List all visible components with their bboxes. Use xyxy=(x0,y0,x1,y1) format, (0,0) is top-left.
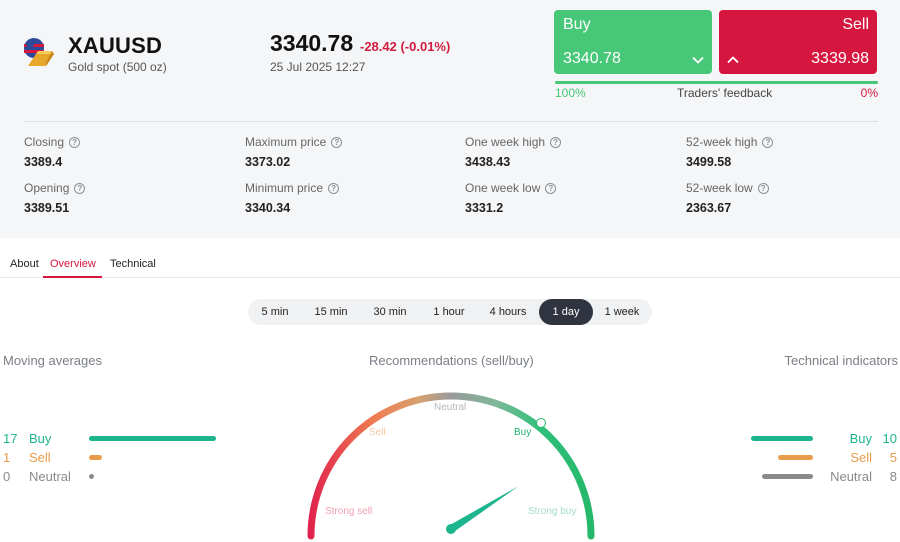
stat-opening: Opening? 3389.51 xyxy=(24,181,224,215)
ma-sell-label: Sell xyxy=(29,450,51,465)
ma-neutral-count: 0 xyxy=(3,469,11,484)
tab-technical[interactable]: Technical xyxy=(110,258,156,270)
ma-buy-bar xyxy=(89,436,216,441)
technical-indicators-title: Technical indicators xyxy=(784,353,898,368)
stat-one-week-high: One week high? 3438.43 xyxy=(465,135,665,169)
feedback-sell-percent: 0% xyxy=(860,86,878,100)
buy-price: 3340.78 xyxy=(563,50,621,67)
stat-value: 3331.2 xyxy=(465,201,504,215)
period-4-hours[interactable]: 4 hours xyxy=(479,299,537,325)
price-change: -28.42 (-0.01%) xyxy=(360,39,451,54)
sell-button-label: Sell xyxy=(842,16,869,33)
ma-neutral-label: Neutral xyxy=(29,469,71,484)
recommendations-title: Recommendations (sell/buy) xyxy=(369,353,534,368)
instrument-subtitle: Gold spot (500 oz) xyxy=(68,60,167,74)
period-15-min[interactable]: 15 min xyxy=(303,299,359,325)
stat-label: 52-week low xyxy=(686,181,753,195)
sell-price: 3339.98 xyxy=(811,50,869,67)
ti-neutral-count: 8 xyxy=(889,469,897,484)
stat-maximum-price: Maximum price? 3373.02 xyxy=(245,135,445,169)
buy-button-label: Buy xyxy=(563,16,591,33)
gauge-label-sell: Sell xyxy=(369,427,386,438)
ma-sell-bar xyxy=(89,455,102,460)
gauge-label-buy: Buy xyxy=(514,427,531,438)
ma-neutral-row: 0 Neutral xyxy=(3,469,71,485)
time-period-selector: 5 min 15 min 30 min 1 hour 4 hours 1 day… xyxy=(248,299,652,325)
info-icon[interactable]: ? xyxy=(74,182,86,194)
ti-sell-count: 5 xyxy=(889,450,897,465)
tab-overview[interactable]: Overview xyxy=(50,258,96,270)
stat-52-week-low: 52-week low? 2363.67 xyxy=(686,181,886,215)
ti-buy-label: Buy xyxy=(849,431,872,446)
ti-sell-label: Sell xyxy=(850,450,872,465)
chevron-up-icon xyxy=(727,56,739,64)
gauge-marker xyxy=(536,418,546,428)
traders-feedback-label: Traders' feedback xyxy=(677,86,773,100)
feedback-buy-percent: 100% xyxy=(555,86,586,100)
instrument-symbol: XAUUSD xyxy=(68,33,163,58)
gauge-label-neutral: Neutral xyxy=(434,402,466,413)
ti-neutral-bar xyxy=(762,474,813,479)
ma-buy-count: 17 xyxy=(3,431,18,446)
ma-neutral-bar xyxy=(89,474,94,479)
chevron-down-icon xyxy=(692,56,704,64)
sell-button[interactable]: Sell 3339.98 xyxy=(719,10,877,74)
stat-value: 3389.51 xyxy=(24,201,70,215)
stat-value: 3373.02 xyxy=(245,155,291,169)
stat-value: 3389.4 xyxy=(24,155,63,169)
period-30-min[interactable]: 30 min xyxy=(362,299,418,325)
ti-neutral-label: Neutral xyxy=(830,469,872,484)
period-1-week[interactable]: 1 week xyxy=(596,299,648,325)
section-tabs: About Overview Technical xyxy=(0,252,900,278)
info-icon[interactable]: ? xyxy=(757,182,769,194)
period-5-min[interactable]: 5 min xyxy=(252,299,298,325)
ma-sell-row: 1 Sell xyxy=(3,450,51,466)
ma-buy-row: 17 Buy xyxy=(3,431,51,447)
current-price: 3340.78 xyxy=(270,30,354,56)
info-icon[interactable]: ? xyxy=(328,182,340,194)
stat-one-week-low: One week low? 3331.2 xyxy=(465,181,665,215)
traders-feedback-bar xyxy=(555,81,878,84)
ti-buy-bar xyxy=(751,436,813,441)
gauge-needle xyxy=(448,486,519,533)
recommendation-gauge: Strong sell Sell Neutral Buy Strong buy xyxy=(307,392,595,540)
info-icon[interactable]: ? xyxy=(331,136,343,148)
active-tab-indicator xyxy=(43,276,102,278)
stat-label: Maximum price xyxy=(245,135,327,149)
stat-52-week-high: 52-week high? 3499.58 xyxy=(686,135,886,169)
moving-averages-title: Moving averages xyxy=(3,353,102,368)
ma-buy-label: Buy xyxy=(29,431,52,446)
ma-sell-count: 1 xyxy=(3,450,11,465)
stat-label: One week low xyxy=(465,181,541,195)
traders-feedback-fill xyxy=(555,81,878,84)
ti-buy-count: 10 xyxy=(882,431,897,446)
period-1-hour[interactable]: 1 hour xyxy=(422,299,476,325)
quote-timestamp: 25 Jul 2025 12:27 xyxy=(270,60,366,74)
stat-label: 52-week high xyxy=(686,135,758,149)
stat-minimum-price: Minimum price? 3340.34 xyxy=(245,181,445,215)
gauge-needle-hub xyxy=(446,524,456,534)
stat-closing: Closing? 3389.4 xyxy=(24,135,224,169)
gauge-label-strong-sell: Strong sell xyxy=(325,506,372,517)
ti-sell-bar xyxy=(778,455,813,460)
stat-value: 2363.67 xyxy=(686,201,732,215)
gauge-label-strong-buy: Strong buy xyxy=(528,506,576,517)
stat-label: Minimum price xyxy=(245,181,324,195)
stat-value: 3499.58 xyxy=(686,155,732,169)
period-1-day[interactable]: 1 day xyxy=(539,299,593,325)
gold-bar-us-flag-icon xyxy=(24,38,54,66)
stat-value: 3340.34 xyxy=(245,201,291,215)
stat-label: Opening xyxy=(24,181,70,195)
stat-label: One week high xyxy=(465,135,546,149)
header-divider xyxy=(24,121,878,122)
info-icon[interactable]: ? xyxy=(69,136,81,148)
stat-label: Closing xyxy=(24,135,65,149)
info-icon[interactable]: ? xyxy=(550,136,562,148)
buy-button[interactable]: Buy 3340.78 xyxy=(554,10,712,74)
info-icon[interactable]: ? xyxy=(762,136,774,148)
info-icon[interactable]: ? xyxy=(545,182,557,194)
stat-value: 3438.43 xyxy=(465,155,511,169)
tab-about[interactable]: About xyxy=(10,258,39,270)
